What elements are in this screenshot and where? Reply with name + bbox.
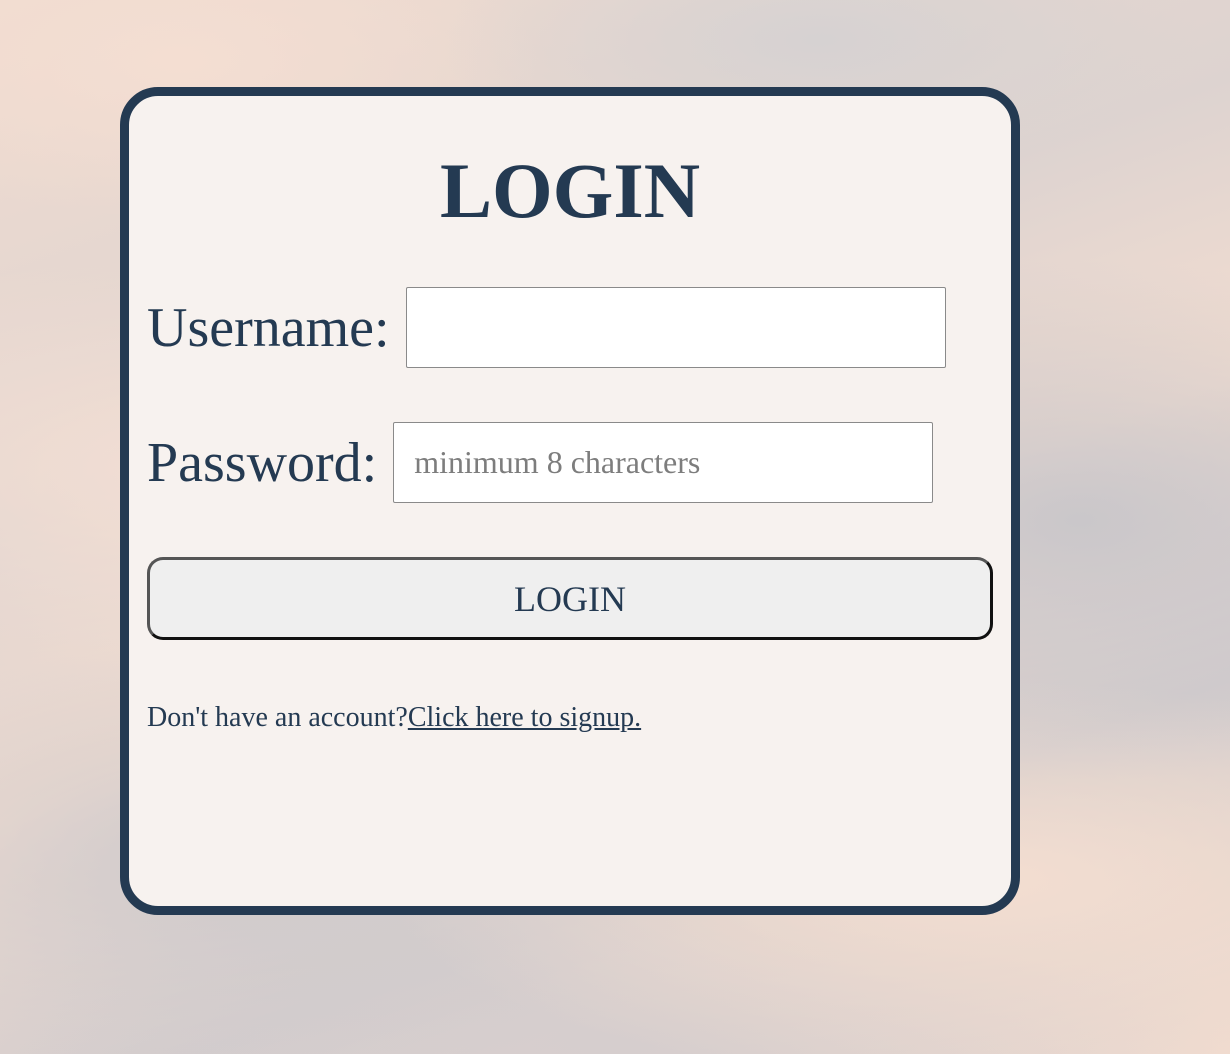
username-label: Username:: [147, 296, 390, 359]
signup-prompt-text: Don't have an account?: [147, 702, 408, 733]
page-title: LOGIN: [439, 147, 701, 234]
login-button[interactable]: LOGIN: [147, 557, 993, 640]
login-card: LOGIN Username: Password: LOGIN Don't ha…: [120, 87, 1020, 915]
password-input[interactable]: [393, 422, 934, 503]
username-input[interactable]: [405, 287, 946, 368]
password-row: Password:: [147, 422, 934, 503]
signup-prompt: Don't have an account?Click here to sign…: [147, 700, 641, 736]
password-label: Password:: [147, 431, 378, 494]
username-row: Username:: [147, 287, 946, 368]
signup-link[interactable]: Click here to signup.: [408, 702, 641, 733]
